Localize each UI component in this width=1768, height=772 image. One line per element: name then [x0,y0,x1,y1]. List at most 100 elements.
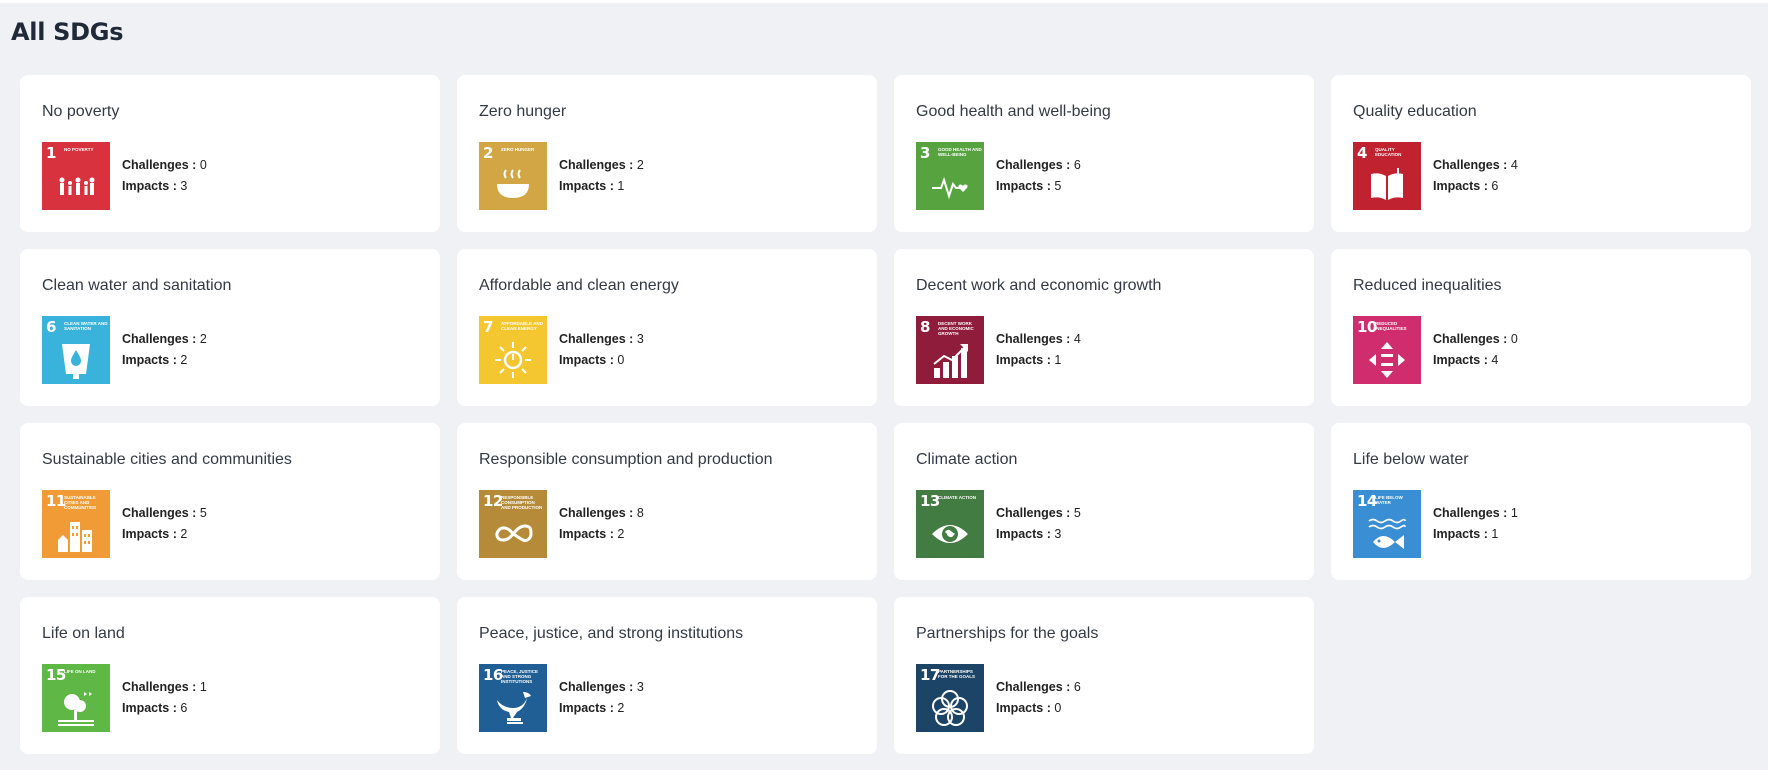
sdg-card[interactable]: Responsible consumption and production 1… [457,423,877,580]
challenges-count: 2 [199,332,207,346]
sdg-card[interactable]: Good health and well-being 3 Good health… [894,75,1314,232]
heartbeat-icon [932,176,968,200]
impacts-stat: Impacts : 5 [996,176,1081,197]
challenges-label: Challenges : [559,680,634,694]
sdg-title: Life on land [42,625,125,642]
impacts-stat: Impacts : 3 [122,176,207,197]
city-icon [58,522,92,552]
eye-globe-icon [932,525,968,543]
impacts-count: 3 [1054,527,1062,541]
challenges-label: Challenges : [122,680,197,694]
impacts-count: 2 [180,353,188,367]
sdg-title: Climate action [916,451,1018,468]
challenges-label: Challenges : [996,158,1071,172]
dove-icon [497,692,531,724]
sdg-tile: 8 Decent work and economic growth [916,316,984,384]
sdg-tile: 10 Reduced inequalities [1353,316,1421,384]
challenges-stat: Challenges : 1 [1433,503,1518,524]
impacts-label: Impacts : [559,353,614,367]
sdg-card[interactable]: Climate action 13 Climate action Challen… [894,423,1314,580]
challenges-count: 4 [1510,158,1518,172]
sdg-tile: 13 Climate action [916,490,984,558]
sdg-tile-label: Partnerships for the goals [938,669,975,679]
sdg-title: Life below water [1353,451,1469,468]
sdg-tile: 6 Clean water and sanitation [42,316,110,384]
challenges-stat: Challenges : 8 [559,503,644,524]
family-icon [59,177,95,195]
sdg-card[interactable]: Peace, justice, and strong institutions … [457,597,877,754]
sdg-tile: 7 Affordable and clean energy [479,316,547,384]
sdg-card[interactable]: Reduced inequalities 10 Reduced inequali… [1331,249,1751,406]
sdg-tile: 12 Responsible consumption and productio… [479,490,547,558]
impacts-label: Impacts : [559,179,614,193]
impacts-stat: Impacts : 2 [122,350,207,371]
impacts-label: Impacts : [996,701,1051,715]
sdg-card[interactable]: No poverty 1 No poverty Challenges : 0 I… [20,75,440,232]
sdg-card[interactable]: Zero hunger 2 Zero hunger Challenges : 2… [457,75,877,232]
impacts-label: Impacts : [122,701,177,715]
sdg-tile-label: Life below water [1375,495,1403,505]
sdg-title: Decent work and economic growth [916,277,1162,294]
challenges-count: 8 [636,506,644,520]
challenges-label: Challenges : [559,506,634,520]
book-icon [1371,168,1403,200]
challenges-stat: Challenges : 5 [996,503,1081,524]
sdg-title: Good health and well-being [916,103,1111,120]
challenges-count: 6 [1073,158,1081,172]
impacts-stat: Impacts : 4 [1433,350,1518,371]
impacts-stat: Impacts : 3 [996,524,1081,545]
challenges-count: 5 [199,506,207,520]
sdg-title: Zero hunger [479,103,567,120]
impacts-label: Impacts : [996,179,1051,193]
sdg-tile: 4 Quality education [1353,142,1421,210]
sdg-card[interactable]: Life on land 15 Life on land Challenges … [20,597,440,754]
impacts-count: 2 [617,701,625,715]
sdg-tile-number: 2 [483,144,493,162]
challenges-stat: Challenges : 3 [559,329,644,350]
page: All SDGs No poverty 1 No poverty Challen… [0,3,1768,770]
sdg-tile-number: 17 [920,666,940,684]
impacts-count: 5 [1054,179,1062,193]
challenges-count: 5 [1073,506,1081,520]
impacts-count: 6 [1491,179,1499,193]
sdg-tile-number: 4 [1357,144,1367,162]
challenges-label: Challenges : [559,158,634,172]
sdg-stats: Challenges : 6 Impacts : 0 [996,677,1081,719]
rings-icon [932,690,968,726]
sdg-grid: No poverty 1 No poverty Challenges : 0 I… [20,75,1751,754]
sdg-card[interactable]: Sustainable cities and communities 11 Su… [20,423,440,580]
challenges-count: 1 [1510,506,1518,520]
impacts-count: 2 [617,527,625,541]
challenges-label: Challenges : [996,506,1071,520]
challenges-count: 0 [199,158,207,172]
challenges-count: 2 [636,158,644,172]
challenges-stat: Challenges : 1 [122,677,207,698]
sdg-tile-number: 16 [483,666,503,684]
sdg-stats: Challenges : 4 Impacts : 6 [1433,155,1518,197]
sdg-stats: Challenges : 8 Impacts : 2 [559,503,644,545]
sdg-tile-number: 1 [46,144,56,162]
impacts-count: 0 [617,353,625,367]
sdg-tile-label: Sustainable cities and communities [64,495,96,510]
sdg-card[interactable]: Decent work and economic growth 8 Decent… [894,249,1314,406]
impacts-label: Impacts : [996,353,1051,367]
impacts-count: 1 [617,179,625,193]
sdg-tile: 11 Sustainable cities and communities [42,490,110,558]
challenges-stat: Challenges : 2 [559,155,644,176]
sdg-card[interactable]: Life below water 14 Life below water Cha… [1331,423,1751,580]
sdg-tile-number: 10 [1357,318,1377,336]
impacts-stat: Impacts : 2 [559,524,644,545]
challenges-stat: Challenges : 0 [122,155,207,176]
impacts-count: 1 [1054,353,1062,367]
sdg-card[interactable]: Clean water and sanitation 6 Clean water… [20,249,440,406]
sdg-card[interactable]: Partnerships for the goals 17 Partnershi… [894,597,1314,754]
challenges-stat: Challenges : 6 [996,155,1081,176]
impacts-stat: Impacts : 1 [996,350,1081,371]
sdg-tile-label: Responsible consumption and production [501,495,543,510]
sdg-card[interactable]: Quality education 4 Quality education Ch… [1331,75,1751,232]
challenges-label: Challenges : [996,332,1071,346]
sdg-tile: 14 Life below water [1353,490,1421,558]
sdg-tile: 2 Zero hunger [479,142,547,210]
sdg-tile: 17 Partnerships for the goals [916,664,984,732]
sdg-card[interactable]: Affordable and clean energy 7 Affordable… [457,249,877,406]
